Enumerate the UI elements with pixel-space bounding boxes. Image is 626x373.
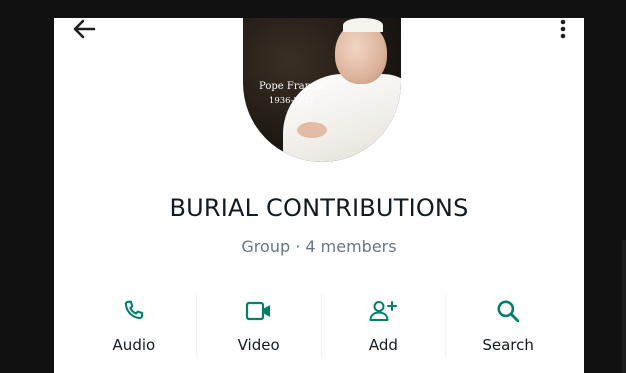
video-camera-icon [244,296,274,326]
back-button[interactable] [70,18,98,40]
group-avatar[interactable]: Pope Francis 1936-2025 [243,18,401,162]
avatar-caption-name: Pope Francis [259,81,325,92]
search-icon [493,296,523,326]
arrow-left-icon [73,19,96,39]
group-info-screen: Pope Francis 1936-2025 BURIAL CONTRIBUTI… [54,18,584,373]
avatar-caption: Pope Francis 1936-2025 [249,80,335,108]
screenshot-frame: Pope Francis 1936-2025 BURIAL CONTRIBUTI… [0,0,626,373]
add-person-icon [368,296,398,326]
avatar-caption-years: 1936-2025 [268,96,316,106]
add-label: Add [368,336,398,354]
more-options-button[interactable] [556,18,570,40]
group-member-count: Group · 4 members [241,237,397,256]
add-participant-button[interactable]: Add [320,294,446,358]
group-name: BURIAL CONTRIBUTIONS [169,194,469,222]
video-label: Video [237,336,280,354]
phone-icon [119,296,149,326]
search-label: Search [482,336,534,354]
avatar-figure-hand [297,122,327,138]
avatar-figure-zucchetto [343,18,383,32]
frame-edge [622,240,626,373]
action-bar: Audio Video Add Search [72,294,570,358]
audio-call-button[interactable]: Audio [72,294,196,358]
more-vertical-icon [560,19,566,39]
search-button[interactable]: Search [445,294,570,358]
audio-label: Audio [112,336,156,354]
video-call-button[interactable]: Video [195,294,321,358]
